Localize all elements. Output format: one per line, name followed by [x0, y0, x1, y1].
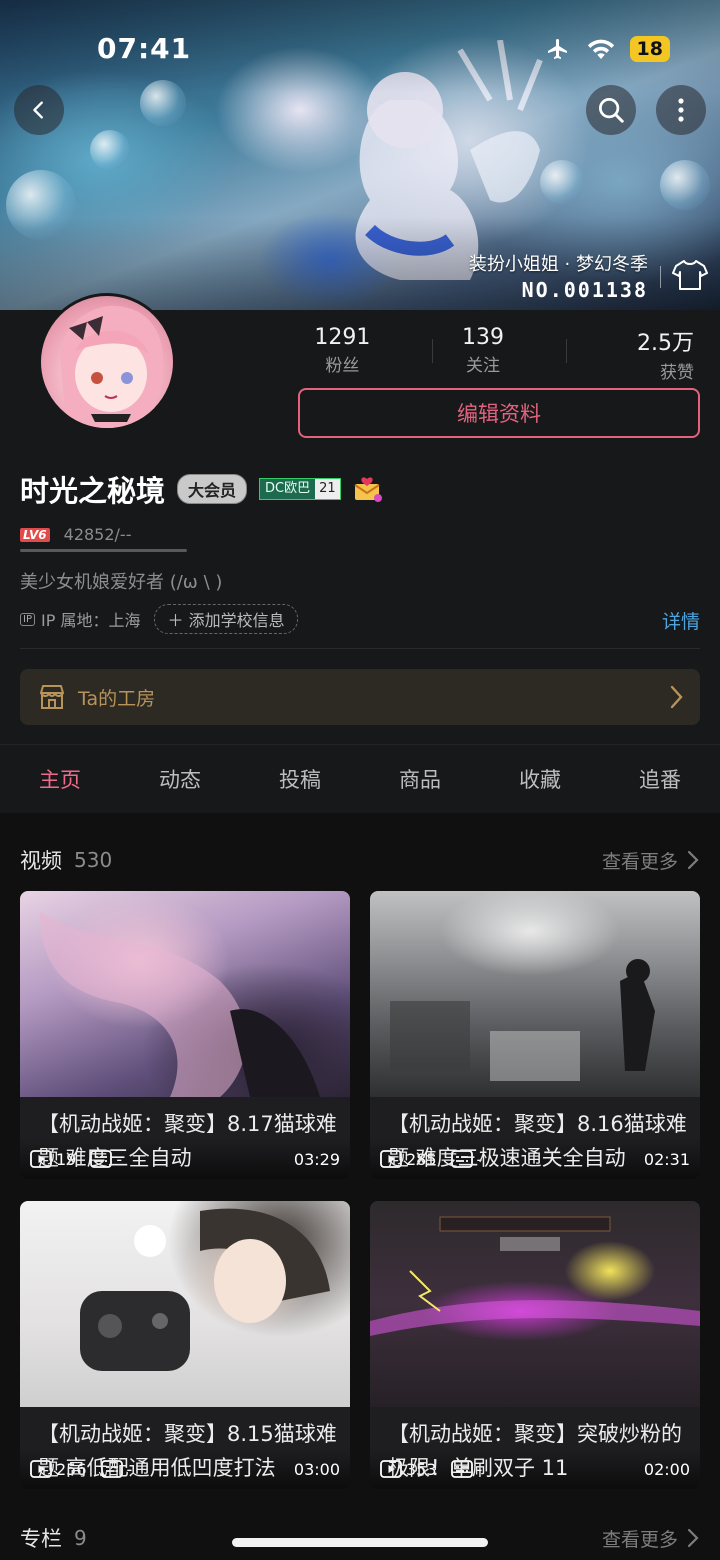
home-content: 视频 530 查看更多 19 - 03:29 【机动战姬：聚变】8.17猫球难题… — [0, 813, 720, 1560]
video-title: 【机动战姬：聚变】突破炒粉的极限！单刷双子 11 — [388, 1422, 682, 1480]
video-card[interactable]: 353 - 02:00 【机动战姬：聚变】突破炒粉的极限！单刷双子 11 — [370, 1201, 700, 1489]
columns-count: 9 — [74, 1526, 87, 1550]
tab-goods[interactable]: 商品 — [391, 764, 449, 794]
profile-banner[interactable]: 07:41 18 装扮小姐姐 · 梦幻冬季 NO.001138 — [0, 0, 720, 310]
add-school-label: 添加学校信息 — [188, 611, 285, 630]
edit-profile-button[interactable]: 编辑资料 — [298, 388, 700, 438]
videos-title: 视频 — [20, 849, 62, 873]
video-card[interactable]: 256 - 03:00 【机动战姬：聚变】8.15猫球难题 高低配通用低凹度打法 — [20, 1201, 350, 1489]
username: 时光之秘境 — [20, 474, 166, 508]
stat-likes[interactable]: 2.5万 获赞 — [553, 325, 702, 383]
dc-medal-badge[interactable]: DC欧巴 21 — [259, 478, 341, 500]
more-button[interactable] — [656, 85, 706, 135]
columns-more-link[interactable]: 查看更多 — [602, 1525, 700, 1552]
avatar[interactable] — [38, 293, 176, 431]
stat-following-value: 139 — [462, 325, 504, 350]
tab-favorites[interactable]: 收藏 — [511, 764, 569, 794]
video-thumbnail — [20, 1201, 350, 1407]
profile-page: 07:41 18 装扮小姐姐 · 梦幻冬季 NO.001138 1291 粉丝 … — [0, 0, 720, 1560]
stat-likes-label: 获赞 — [660, 363, 695, 383]
bio-text: 美少女机娘爱好者 (/ω \ ) — [20, 572, 223, 593]
workshop-label: Ta的工房 — [78, 687, 156, 710]
status-icons: 18 — [544, 36, 670, 62]
thumbnail-art — [390, 959, 655, 1081]
videos-count: 530 — [74, 848, 113, 872]
stat-fans-label: 粉丝 — [325, 356, 360, 376]
dc-medal-level: 21 — [315, 479, 340, 499]
chevron-right-icon — [670, 685, 683, 709]
profile-stats: 1291 粉丝 139 关注 2.5万 获赞 — [272, 325, 702, 383]
gift-envelope-icon[interactable] — [353, 475, 383, 503]
videos-more-label: 查看更多 — [601, 850, 678, 873]
chevron-right-icon — [687, 1528, 699, 1548]
tab-submissions[interactable]: 投稿 — [271, 764, 329, 794]
home-indicator[interactable] — [232, 1538, 488, 1547]
columns-title: 专栏 — [20, 1527, 62, 1551]
stat-following[interactable]: 139 关注 — [413, 325, 554, 376]
video-title: 【机动战姬：聚变】8.16猫球难题 难度三极速通关全自动 — [388, 1112, 687, 1170]
ip-location: IP 属地：上海 — [40, 611, 141, 630]
ip-row: IP IP 属地：上海 ＋ 添加学校信息 — [20, 604, 298, 634]
exp-progress-bar — [20, 549, 187, 552]
caption-divider — [660, 266, 661, 288]
avatar-image — [60, 305, 164, 428]
workshop-entry[interactable]: Ta的工房 — [20, 669, 700, 725]
search-icon — [599, 98, 624, 123]
tab-home[interactable]: 主页 — [31, 764, 89, 816]
plus-icon: ＋ — [167, 611, 184, 630]
video-title: 【机动战姬：聚变】8.17猫球难题 难度三全自动 — [38, 1112, 337, 1170]
thumbnail-art — [370, 1216, 700, 1336]
dc-medal-name: DC欧巴 — [260, 479, 316, 499]
chevron-right-icon — [687, 850, 699, 870]
stat-divider — [566, 339, 567, 363]
stat-fans-value: 1291 — [314, 325, 371, 350]
section-divider — [20, 648, 700, 649]
ip-icon: IP — [20, 612, 35, 626]
airplane-icon — [547, 39, 567, 59]
name-row: 时光之秘境 大会员 DC欧巴 21 — [20, 468, 383, 510]
back-button[interactable] — [14, 85, 64, 135]
video-card[interactable]: 285 - 02:31 【机动战姬：聚变】8.16猫球难题 难度三极速通关全自动 — [370, 891, 700, 1179]
search-button[interactable] — [586, 85, 636, 135]
level-row[interactable]: LV6 42852/-- — [20, 525, 131, 544]
tab-dynamics[interactable]: 动态 — [151, 764, 209, 794]
stat-divider — [432, 339, 433, 363]
shop-icon — [40, 685, 64, 709]
stat-following-label: 关注 — [466, 356, 500, 376]
thumbnail-art — [40, 911, 320, 1097]
tab-bangumi[interactable]: 追番 — [631, 764, 689, 794]
video-thumbnail — [370, 1201, 700, 1407]
profile-tabs: 主页 动态 投稿 商品 收藏 追番 — [0, 745, 720, 816]
banner-serial: NO.001138 — [521, 278, 648, 302]
wifi-icon — [587, 39, 614, 59]
columns-more-label: 查看更多 — [601, 1528, 678, 1551]
level-badge: LV6 — [20, 527, 50, 542]
video-thumbnail — [370, 891, 700, 1097]
vip-badge[interactable]: 大会员 — [177, 474, 248, 504]
chevron-left-icon — [33, 101, 43, 119]
shirt-icon[interactable] — [672, 258, 708, 292]
battery-level: 18 — [629, 36, 670, 62]
detail-link[interactable]: 详情 — [662, 607, 700, 634]
status-time: 07:41 — [97, 32, 192, 65]
banner-caption[interactable]: 装扮小姐姐 · 梦幻冬季 NO.001138 — [469, 250, 648, 302]
more-vertical-icon — [678, 98, 684, 122]
video-card[interactable]: 19 - 03:29 【机动战姬：聚变】8.17猫球难题 难度三全自动 — [20, 891, 350, 1179]
banner-caption-title: 装扮小姐姐 · 梦幻冬季 — [468, 254, 648, 275]
videos-more-link[interactable]: 查看更多 — [602, 847, 700, 874]
thumbnail-art — [80, 1208, 330, 1371]
level-exp: 42852/-- — [63, 525, 132, 544]
video-title: 【机动战姬：聚变】8.15猫球难题 高低配通用低凹度打法 — [38, 1422, 337, 1480]
stat-fans[interactable]: 1291 粉丝 — [272, 325, 413, 376]
video-thumbnail — [20, 891, 350, 1097]
status-bar: 07:41 18 — [0, 30, 720, 70]
videos-section-header: 视频 530 查看更多 — [20, 845, 700, 875]
stat-likes-value: 2.5万 — [637, 331, 695, 356]
add-school-button[interactable]: ＋ 添加学校信息 — [154, 604, 298, 634]
